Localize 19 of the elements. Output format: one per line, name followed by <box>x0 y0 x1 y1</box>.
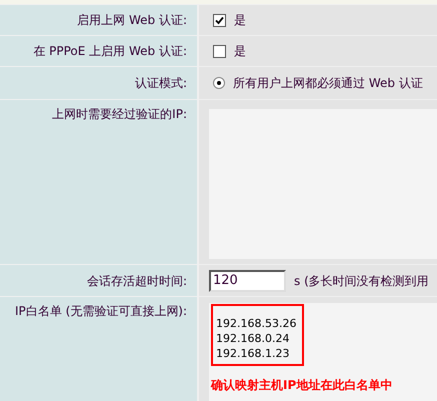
field-label: 在 PPPoE 上启用 Web 认证: <box>33 43 187 60</box>
checkbox-label: 是 <box>234 12 246 29</box>
field-label: IP白名单 (无需验证可直接上网): <box>15 303 187 320</box>
field-label: 上网时需要经过验证的IP: <box>52 106 187 123</box>
timeout-input[interactable]: 120 <box>209 270 286 292</box>
field-label: 认证模式: <box>134 75 187 92</box>
timeout-hint: s (多长时间没有检测到用 <box>294 272 429 290</box>
checkbox[interactable] <box>213 14 226 26</box>
checkbox[interactable] <box>213 44 226 58</box>
annotation-text: 确认映射主机IP地址在此白名单中 <box>211 377 392 394</box>
whitelist-textarea[interactable]: 192.168.53.26 192.168.0.24 192.168.1.23 确认映射主机IP地址在此白名单中 <box>209 303 437 401</box>
field-label: 会话存活超时时间: <box>86 272 187 290</box>
field-label: 启用上网 Web 认证: <box>77 12 187 29</box>
radio-label: 所有用户上网都必须通过 Web 认证 <box>233 75 423 92</box>
ip-address: 192.168.0.24 <box>216 331 290 346</box>
radio-button[interactable] <box>213 77 225 89</box>
ip-address: 192.168.53.26 <box>216 316 298 331</box>
ip-address: 192.168.1.23 <box>216 346 290 361</box>
checkbox-label: 是 <box>234 43 246 60</box>
